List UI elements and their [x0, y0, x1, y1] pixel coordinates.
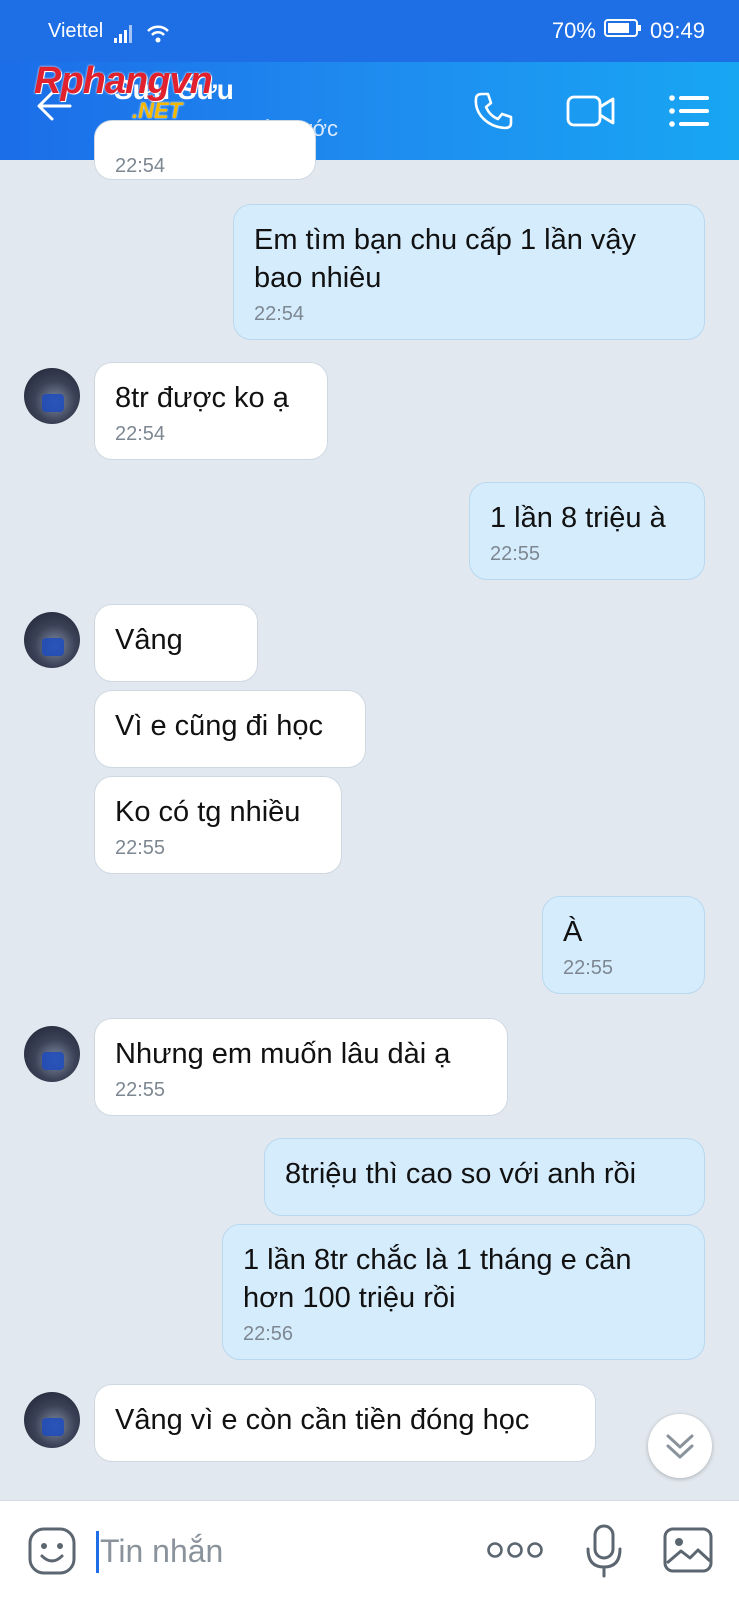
message-bubble-outgoing[interactable]: 8triệu thì cao so với anh rồi [264, 1138, 705, 1216]
message-bubble-outgoing[interactable]: 1 lần 8tr chắc là 1 tháng e cần hơn 100 … [222, 1224, 705, 1360]
message-text: Ko có tg nhiều [115, 796, 301, 828]
message-text: Em tìm bạn chu cấp 1 lần vậy bao nhiêu [254, 224, 637, 294]
message-composer: Tin nhắn [0, 1500, 739, 1601]
emoji-icon[interactable] [26, 1525, 78, 1582]
message-text: Vì e cũng đi học [115, 710, 323, 742]
battery-percent: 70% [551, 18, 596, 43]
status-bar: Viettel 70% 09:49 [0, 0, 739, 62]
message-bubble-outgoing[interactable]: Em tìm bạn chu cấp 1 lần vậy bao nhiêu 2… [233, 204, 705, 340]
message-bubble-incoming[interactable]: Nhưng em muốn lâu dài ạ 22:55 [94, 1018, 508, 1116]
text-caret [96, 1531, 99, 1573]
carrier-label: Viettel [48, 20, 104, 42]
phone-icon[interactable] [470, 88, 516, 139]
video-camera-icon[interactable] [565, 88, 617, 139]
message-text: 1 lần 8tr chắc là 1 tháng e cần hơn 100 … [243, 1244, 632, 1314]
message-text: 1 lần 8 triệu à [490, 502, 666, 534]
message-bubble-incoming[interactable]: Vâng vì e còn cần tiền đóng học [94, 1384, 596, 1462]
message-text: Vâng vì e còn cần tiền đóng học [115, 1404, 530, 1436]
more-dots-icon[interactable] [486, 1537, 544, 1568]
message-text: 8triệu thì cao so với anh rồi [285, 1158, 637, 1190]
message-time: 22:55 [115, 1079, 166, 1101]
image-icon[interactable] [662, 1525, 714, 1580]
message-input[interactable]: Tin nhắn [100, 1533, 223, 1570]
message-bubble-incoming[interactable]: Ko có tg nhiều 22:55 [94, 776, 342, 874]
status-right: 70% 09:49 [552, 18, 705, 44]
message-list[interactable]: 22:54 Em tìm bạn chu cấp 1 lần vậy bao n… [0, 120, 739, 1500]
message-text: Vâng [115, 624, 183, 656]
clock: 09:49 [649, 18, 705, 43]
message-time: 22:54 [115, 423, 166, 445]
message-time: 22:56 [243, 1323, 294, 1345]
message-text: À [563, 916, 583, 948]
message-time: 22:55 [490, 543, 541, 565]
double-chevron-down-icon[interactable] [648, 1414, 712, 1478]
message-bubble-outgoing[interactable]: À 22:55 [542, 896, 705, 994]
avatar[interactable] [24, 1026, 80, 1082]
message-bubble-incoming[interactable]: Vâng [94, 604, 258, 682]
message-bubble-outgoing[interactable]: 1 lần 8 triệu à 22:55 [469, 482, 705, 580]
list-menu-icon[interactable] [666, 88, 712, 139]
message-text: Nhưng em muốn lâu dài ạ [115, 1038, 451, 1070]
message-time: 22:54 [115, 155, 166, 177]
message-time: 22:55 [115, 837, 166, 859]
avatar[interactable] [24, 1392, 80, 1448]
signal-wifi-icon [114, 22, 170, 50]
message-time: 22:54 [254, 303, 305, 325]
message-bubble-incoming[interactable]: Vì e cũng đi học [94, 690, 366, 768]
avatar[interactable] [24, 368, 80, 424]
avatar[interactable] [24, 612, 80, 668]
message-time: 22:55 [563, 957, 614, 979]
message-bubble-incoming[interactable]: 22:54 [94, 120, 316, 180]
watermark-logo: Rphangvn [34, 60, 213, 102]
battery-icon [603, 18, 642, 44]
microphone-icon[interactable] [584, 1523, 624, 1584]
message-bubble-incoming[interactable]: 8tr được ko ạ 22:54 [94, 362, 328, 460]
message-text: 8tr được ko ạ [115, 382, 289, 414]
